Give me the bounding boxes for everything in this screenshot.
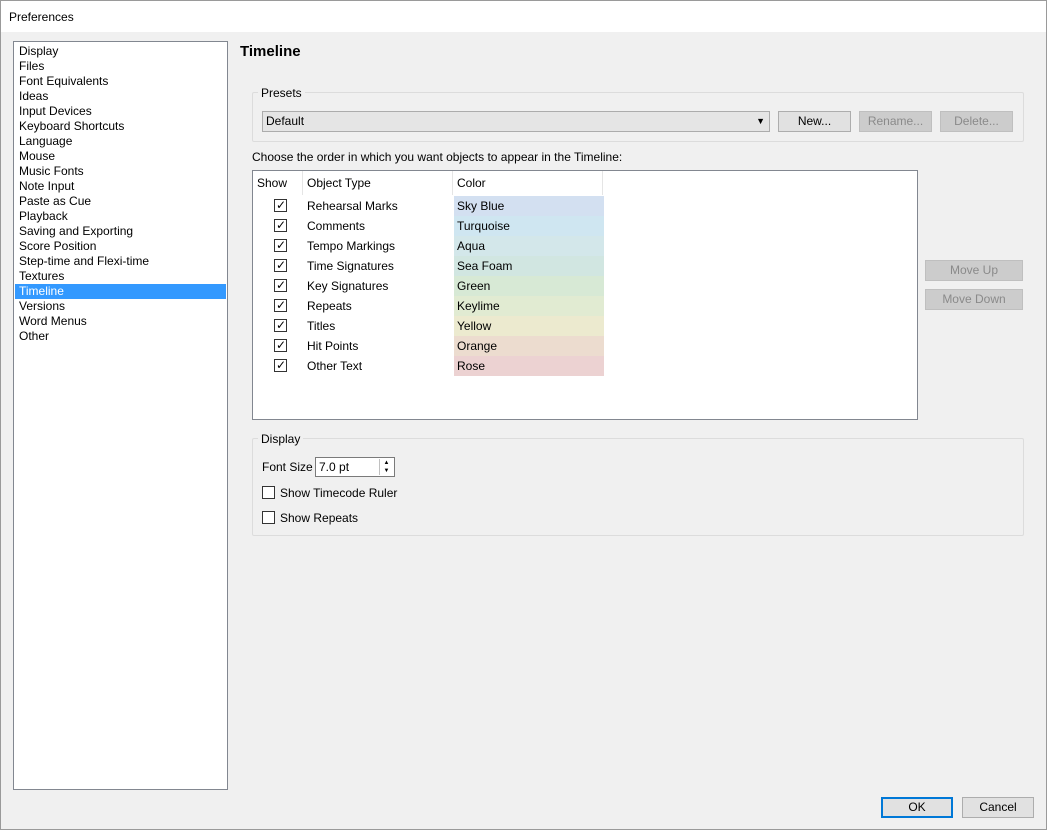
show-checkbox[interactable]: ✓	[274, 198, 287, 212]
font-size-value: 7.0 pt	[319, 460, 350, 474]
show-checkbox[interactable]: ✓	[274, 218, 287, 232]
table-header: Show Object Type Color	[253, 171, 603, 195]
checkmark-icon: ✓	[276, 338, 287, 352]
window-title: Preferences	[9, 10, 74, 24]
table-row[interactable]: ✓ Repeats Keylime	[253, 296, 604, 316]
show-checkbox[interactable]: ✓	[274, 258, 287, 272]
color-cell[interactable]: Turquoise	[454, 216, 604, 236]
sidebar-item-mouse[interactable]: Mouse	[15, 149, 226, 164]
sidebar-item-saving-and-exporting[interactable]: Saving and Exporting	[15, 224, 226, 239]
page-title: Timeline	[240, 43, 301, 60]
color-cell[interactable]: Green	[454, 276, 604, 296]
show-checkbox[interactable]: ✓	[274, 298, 287, 312]
chevron-down-icon: ▼	[756, 116, 765, 126]
preferences-window: Preferences Display Files Font Equivalents…	[0, 0, 1047, 830]
sidebar-item-playback[interactable]: Playback	[15, 209, 226, 224]
color-cell[interactable]: Sky Blue	[454, 196, 604, 216]
sidebar-item-files[interactable]: Files	[15, 59, 226, 74]
table-row[interactable]: ✓ Other Text Rose	[253, 356, 604, 376]
column-header-color[interactable]: Color	[453, 171, 603, 195]
checkmark-icon: ✓	[276, 218, 287, 232]
column-header-object-type[interactable]: Object Type	[303, 171, 453, 195]
color-cell[interactable]: Yellow	[454, 316, 604, 336]
color-cell[interactable]: Aqua	[454, 236, 604, 256]
sidebar-item-keyboard-shortcuts[interactable]: Keyboard Shortcuts	[15, 119, 226, 134]
color-cell[interactable]: Orange	[454, 336, 604, 356]
sidebar-item-textures[interactable]: Textures	[15, 269, 226, 284]
sidebar-item-versions[interactable]: Versions	[15, 299, 226, 314]
presets-group-label: Presets	[258, 86, 305, 100]
sidebar-item-step-time-and-flexi-time[interactable]: Step-time and Flexi-time	[15, 254, 226, 269]
object-type-cell: Key Signatures	[307, 279, 389, 293]
sidebar-item-other[interactable]: Other	[15, 329, 226, 344]
sidebar-item-note-input[interactable]: Note Input	[15, 179, 226, 194]
sidebar-item-language[interactable]: Language	[15, 134, 226, 149]
show-checkbox[interactable]: ✓	[274, 338, 287, 352]
column-header-show[interactable]: Show	[253, 171, 303, 195]
object-type-cell: Rehearsal Marks	[307, 199, 398, 213]
object-type-cell: Repeats	[307, 299, 352, 313]
checkmark-icon: ✓	[276, 258, 287, 272]
sidebar-item-ideas[interactable]: Ideas	[15, 89, 226, 104]
object-type-cell: Titles	[307, 319, 336, 333]
checkmark-icon: ✓	[276, 238, 287, 252]
object-type-cell: Hit Points	[307, 339, 359, 353]
checkmark-icon: ✓	[276, 298, 287, 312]
object-type-cell: Time Signatures	[307, 259, 394, 273]
sidebar-item-paste-as-cue[interactable]: Paste as Cue	[15, 194, 226, 209]
color-cell[interactable]: Keylime	[454, 296, 604, 316]
show-timecode-ruler-checkbox[interactable]	[262, 486, 275, 499]
font-size-spinner[interactable]: 7.0 pt ▲ ▼	[315, 457, 395, 477]
show-checkbox[interactable]: ✓	[274, 318, 287, 332]
checkmark-icon: ✓	[276, 318, 287, 332]
table-row[interactable]: ✓ Rehearsal Marks Sky Blue	[253, 196, 604, 216]
new-preset-button[interactable]: New...	[778, 111, 851, 132]
display-group-label: Display	[258, 432, 304, 446]
title-bar: Preferences	[1, 1, 1046, 32]
table-row[interactable]: ✓ Key Signatures Green	[253, 276, 604, 296]
spinner-arrows-icon[interactable]: ▲ ▼	[379, 459, 393, 475]
font-size-label: Font Size	[262, 460, 313, 474]
presets-dropdown[interactable]: Default ▼	[262, 111, 770, 132]
sidebar-item-font-equivalents[interactable]: Font Equivalents	[15, 74, 226, 89]
show-timecode-ruler-label: Show Timecode Ruler	[280, 486, 398, 500]
presets-selected-value: Default	[266, 114, 305, 128]
sidebar-item-timeline[interactable]: Timeline	[15, 284, 226, 299]
color-cell[interactable]: Rose	[454, 356, 604, 376]
move-down-button[interactable]: Move Down	[925, 289, 1023, 310]
category-list[interactable]: Display Files Font Equivalents Ideas Input D…	[13, 41, 228, 790]
sidebar-item-input-devices[interactable]: Input Devices	[15, 104, 226, 119]
show-repeats-checkbox[interactable]	[262, 511, 275, 524]
object-type-cell: Tempo Markings	[307, 239, 396, 253]
table-row[interactable]: ✓ Time Signatures Sea Foam	[253, 256, 604, 276]
table-row[interactable]: ✓ Comments Turquoise	[253, 216, 604, 236]
sidebar-item-music-fonts[interactable]: Music Fonts	[15, 164, 226, 179]
sidebar-item-display[interactable]: Display	[15, 44, 226, 59]
show-repeats-label: Show Repeats	[280, 511, 359, 525]
checkmark-icon: ✓	[276, 278, 287, 292]
show-checkbox[interactable]: ✓	[274, 358, 287, 372]
table-row[interactable]: ✓ Tempo Markings Aqua	[253, 236, 604, 256]
object-type-cell: Other Text	[307, 359, 363, 373]
timeline-objects-table[interactable]: Show Object Type Color ✓ Rehearsal Marks S…	[252, 170, 918, 420]
move-up-button[interactable]: Move Up	[925, 260, 1023, 281]
delete-preset-button[interactable]: Delete...	[940, 111, 1013, 132]
cancel-button[interactable]: Cancel	[962, 797, 1034, 818]
checkmark-icon: ✓	[276, 198, 287, 212]
rename-preset-button[interactable]: Rename...	[859, 111, 932, 132]
timeline-order-instructions: Choose the order in which you want objec…	[252, 150, 623, 164]
color-cell[interactable]: Sea Foam	[454, 256, 604, 276]
sidebar-item-word-menus[interactable]: Word Menus	[15, 314, 226, 329]
ok-button[interactable]: OK	[881, 797, 953, 818]
show-checkbox[interactable]: ✓	[274, 278, 287, 292]
table-row[interactable]: ✓ Hit Points Orange	[253, 336, 604, 356]
sidebar-item-score-position[interactable]: Score Position	[15, 239, 226, 254]
object-type-cell: Comments	[307, 219, 366, 233]
table-row[interactable]: ✓ Titles Yellow	[253, 316, 604, 336]
show-checkbox[interactable]: ✓	[274, 238, 287, 252]
checkmark-icon: ✓	[276, 358, 287, 372]
